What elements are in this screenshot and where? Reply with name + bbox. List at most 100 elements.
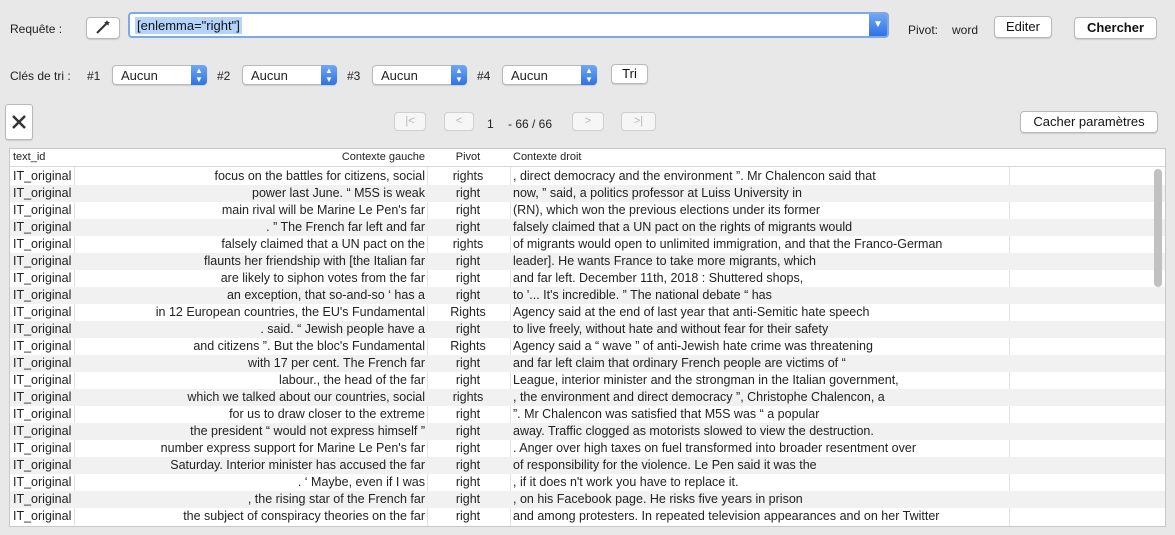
cell-text-id: IT_original (13, 237, 72, 251)
cell-right-context: ”. Mr Chalencon was satisfied that M5S w… (513, 407, 820, 421)
last-page-button[interactable]: >| (621, 112, 656, 131)
cell-right-context: and far left claim that ordinary French … (513, 356, 846, 370)
table-row[interactable]: IT_original labour., the head of the far r… (10, 372, 1165, 389)
cell-left-context: falsely claimed that a UN pact on the (221, 237, 425, 251)
table-row[interactable]: IT_original , the rising star of the Fren… (10, 491, 1165, 508)
header-left-context[interactable]: Contexte gauche (75, 151, 425, 163)
table-row[interactable]: IT_original flaunts her friendship with [… (10, 253, 1165, 270)
cell-right-context: now, ” said, a politics professor at Lui… (513, 186, 803, 200)
cell-pivot: right (455, 373, 481, 387)
cell-left-context: Saturday. Interior minister has accused … (170, 458, 425, 472)
cell-pivot: rights (452, 169, 484, 183)
updown-arrows-icon: ▲ ▼ (321, 65, 337, 85)
table-row[interactable]: IT_original focus on the battles for citi… (10, 168, 1165, 185)
cell-left-context: the subject of conspiracy theories on th… (183, 509, 425, 523)
cell-pivot: right (455, 424, 481, 438)
cell-text-id: IT_original (13, 441, 72, 455)
cell-left-context: focus on the battles for citizens, socia… (214, 169, 425, 183)
table-row[interactable]: IT_original power last June. “ M5S is wea… (10, 185, 1165, 202)
sort-keys-label: Clés de tri : (10, 69, 71, 83)
query-label: Requête : (10, 22, 63, 36)
table-row[interactable]: IT_original are likely to siphon votes fr… (10, 270, 1165, 287)
query-assistant-button[interactable] (86, 17, 120, 39)
table-row[interactable]: IT_original main rival will be Marine Le … (10, 202, 1165, 219)
table-row[interactable]: IT_original . said. “ Jewish people have … (10, 321, 1165, 338)
table-row[interactable]: IT_original the subject of conspiracy the… (10, 508, 1165, 525)
cell-right-context: and among protesters. In repeated televi… (513, 509, 940, 523)
sort-key-3-tag: #3 (347, 69, 361, 83)
cell-text-id: IT_original (13, 305, 72, 319)
cell-left-context: for us to draw closer to the extreme (229, 407, 425, 421)
header-text-id[interactable]: text_id (13, 151, 45, 163)
cell-right-context: to '... It's incredible. ” The national … (513, 288, 772, 302)
cell-pivot: right (455, 288, 481, 302)
sort-key-2-value: Aucun (251, 68, 288, 83)
close-results-button[interactable] (5, 104, 33, 140)
table-row[interactable]: IT_original . ‘ Maybe, even if I was right… (10, 474, 1165, 491)
table-row[interactable]: IT_original falsely claimed that a UN pac… (10, 236, 1165, 253)
cell-right-context: , the environment and direct democracy ”… (513, 390, 885, 404)
sort-key-1-tag: #1 (87, 69, 101, 83)
cell-left-context: flaunts her friendship with [the Italian… (204, 254, 425, 268)
sort-key-3-select[interactable]: Aucun ▲ ▼ (372, 65, 467, 85)
cell-left-context: labour., the head of the far (279, 373, 425, 387)
updown-arrows-icon: ▲ ▼ (451, 65, 467, 85)
chevron-down-icon[interactable]: ▼ (869, 14, 887, 36)
cell-right-context: Agency said a “ wave ” of anti-Jewish ha… (513, 339, 873, 353)
cell-pivot: right (455, 186, 481, 200)
table-row[interactable]: IT_original in 12 European countries, the… (10, 304, 1165, 321)
sort-button[interactable]: Tri (611, 64, 648, 84)
cell-text-id: IT_original (13, 356, 72, 370)
cell-text-id: IT_original (13, 390, 72, 404)
cell-text-id: IT_original (13, 169, 72, 183)
cell-left-context: which we talked about our countries, soc… (187, 390, 425, 404)
cell-text-id: IT_original (13, 220, 72, 234)
table-row[interactable]: IT_original . ” The French far left and f… (10, 219, 1165, 236)
table-row[interactable]: IT_original for us to draw closer to the … (10, 406, 1165, 423)
cell-text-id: IT_original (13, 509, 72, 523)
concordance-table: text_id Contexte gauche Pivot Contexte d… (9, 148, 1166, 527)
pivot-label: Pivot: (908, 23, 939, 37)
cell-pivot: right (455, 475, 481, 489)
cell-right-context: and far left. December 11th, 2018 : Shut… (513, 271, 804, 285)
cell-pivot: right (455, 322, 481, 336)
sort-key-3-value: Aucun (381, 68, 418, 83)
table-row[interactable]: IT_original which we talked about our cou… (10, 389, 1165, 406)
next-page-button[interactable]: > (572, 112, 604, 131)
query-text[interactable]: [enlemma="right"] (135, 17, 242, 34)
header-pivot[interactable]: Pivot (428, 151, 508, 163)
cell-left-context: with 17 per cent. The French far (248, 356, 425, 370)
cell-right-context: , direct democracy and the environment ”… (513, 169, 876, 183)
previous-page-button[interactable]: < (444, 112, 474, 131)
table-row[interactable]: IT_original Saturday. Interior minister h… (10, 457, 1165, 474)
sort-key-2-select[interactable]: Aucun ▲ ▼ (242, 65, 337, 85)
cell-pivot: right (455, 271, 481, 285)
cell-right-context: . Anger over high taxes on fuel transfor… (513, 441, 917, 455)
cell-text-id: IT_original (13, 373, 72, 387)
table-row[interactable]: IT_original an exception, that so-and-so … (10, 287, 1165, 304)
vertical-scrollbar[interactable] (1154, 169, 1162, 287)
cell-pivot: right (455, 407, 481, 421)
table-row[interactable]: IT_original the president “ would not exp… (10, 423, 1165, 440)
header-right-context[interactable]: Contexte droit (513, 151, 581, 163)
table-row[interactable]: IT_original number express support for Ma… (10, 440, 1165, 457)
cell-right-context: League, interior minister and the strong… (513, 373, 899, 387)
cell-right-context: away. Traffic clogged as motorists slowe… (513, 424, 874, 438)
cell-left-context: an exception, that so-and-so ‘ has a (226, 288, 425, 302)
cell-left-context: the president “ would not express himsel… (190, 424, 425, 438)
sort-key-1-select[interactable]: Aucun ▲ ▼ (112, 65, 207, 85)
cell-text-id: IT_original (13, 203, 72, 217)
sort-key-4-select[interactable]: Aucun ▲ ▼ (502, 65, 597, 85)
table-row[interactable]: IT_original and citizens ”. But the bloc'… (10, 338, 1165, 355)
pivot-value: word (952, 23, 979, 37)
table-row[interactable]: IT_original with 17 per cent. The French … (10, 355, 1165, 372)
sort-key-4-value: Aucun (511, 68, 548, 83)
edit-button[interactable]: Editer (994, 16, 1052, 38)
hide-parameters-button[interactable]: Cacher paramètres (1020, 111, 1158, 133)
search-button[interactable]: Chercher (1074, 17, 1157, 39)
first-page-button[interactable]: |< (394, 112, 426, 131)
cell-pivot: rights (452, 237, 484, 251)
cell-pivot: right (455, 509, 481, 523)
query-input[interactable]: [enlemma="right"] ▼ (128, 12, 889, 38)
cell-left-context: number express support for Marine Le Pen… (160, 441, 425, 455)
